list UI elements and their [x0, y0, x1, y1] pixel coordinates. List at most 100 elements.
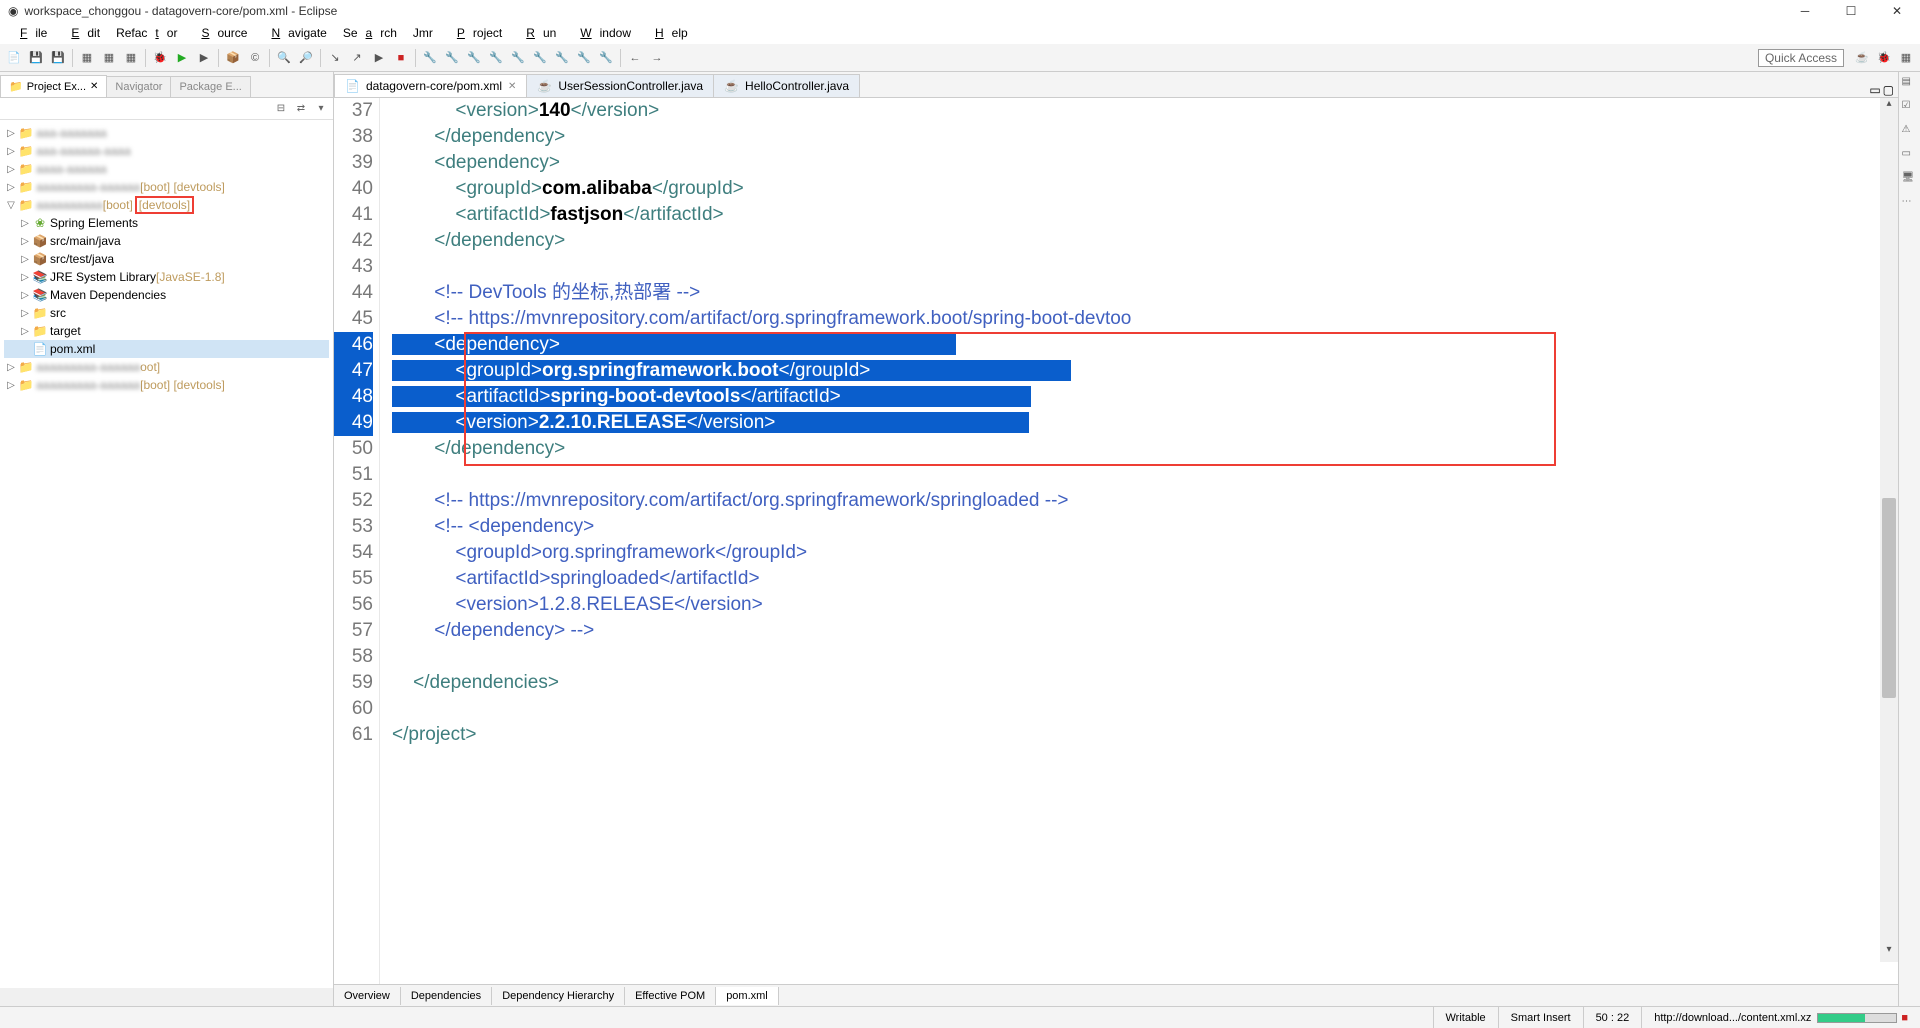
right-trim: ▤ ☑ ⚠ ▭ 🖥 ⋯ [1898, 72, 1920, 1006]
save-all-icon[interactable]: 💾 [48, 48, 68, 68]
tree-maven-deps[interactable]: Maven Dependencies [50, 288, 166, 302]
debug-icon[interactable]: 🐞 [150, 48, 170, 68]
perspective-java-icon[interactable]: ☕ [1852, 48, 1872, 68]
new-package-icon[interactable]: 📦 [223, 48, 243, 68]
menu-edit[interactable]: Edit [55, 26, 108, 40]
tab-navigator[interactable]: Navigator [106, 76, 171, 97]
menu-file[interactable]: File [4, 26, 55, 40]
tab-label: UserSessionController.java [558, 79, 703, 93]
back-icon[interactable]: ← [625, 48, 645, 68]
run-icon[interactable]: ▶ [172, 48, 192, 68]
menu-window[interactable]: Window [564, 26, 639, 40]
project-tree[interactable]: ▷📁aaa-aaaaaaa ▷📁aaa-aaaaaa-aaaa ▷📁aaaa-a… [0, 120, 333, 988]
status-bar: Writable Smart Insert 50 : 22 http://dow… [0, 1006, 1920, 1028]
toggle-icon[interactable]: ▦ [77, 48, 97, 68]
step-icon[interactable]: ↘ [325, 48, 345, 68]
tab-label: Navigator [115, 81, 162, 93]
minimize-button[interactable]: ─ [1782, 0, 1828, 22]
other-view-icon[interactable]: ⋯ [1902, 196, 1918, 212]
menu-refactor[interactable]: Refactor [108, 26, 185, 40]
pom-editor-tabs: Overview Dependencies Dependency Hierarc… [334, 984, 1898, 1006]
tb-d-icon[interactable]: 🔧 [486, 48, 506, 68]
editor-tab-pom[interactable]: 📄 datagovern-core/pom.xml ✕ [334, 74, 527, 97]
minimize-view-icon[interactable]: ▭ [1869, 83, 1880, 97]
tab-dependencies[interactable]: Dependencies [401, 987, 492, 1005]
tb-e-icon[interactable]: 🔧 [508, 48, 528, 68]
toggle2-icon[interactable]: ▦ [99, 48, 119, 68]
perspective-debug-icon[interactable]: 🐞 [1874, 48, 1894, 68]
menu-navigate[interactable]: Navigate [255, 26, 334, 40]
tb-a-icon[interactable]: 🔧 [420, 48, 440, 68]
tree-src-test-java[interactable]: src/test/java [50, 252, 114, 266]
new-icon[interactable]: 📄 [4, 48, 24, 68]
tab-effective-pom[interactable]: Effective POM [625, 987, 716, 1005]
terminate-icon[interactable]: ■ [391, 48, 411, 68]
tab-overview[interactable]: Overview [334, 987, 401, 1005]
task-view-icon[interactable]: ☑ [1902, 100, 1918, 116]
quick-access[interactable]: Quick Access [1758, 49, 1844, 67]
tab-label: HelloController.java [745, 79, 849, 93]
open-type-icon[interactable]: 🔍 [274, 48, 294, 68]
close-button[interactable]: ✕ [1874, 0, 1920, 22]
tree-target[interactable]: target [50, 324, 81, 338]
save-icon[interactable]: 💾 [26, 48, 46, 68]
console-view-icon[interactable]: ▭ [1902, 148, 1918, 164]
project-decorator: [boot] [103, 198, 133, 212]
editor-tab-hello-controller[interactable]: ☕ HelloController.java [713, 74, 860, 97]
search-icon[interactable]: 🔎 [296, 48, 316, 68]
close-icon[interactable]: ✕ [508, 81, 516, 92]
tab-project-explorer[interactable]: 📁 Project Ex... ✕ [0, 75, 107, 97]
tree-src[interactable]: src [50, 306, 66, 320]
close-icon[interactable]: ✕ [90, 81, 98, 92]
tree-jre[interactable]: JRE System Library [50, 270, 156, 284]
tab-dependency-hierarchy[interactable]: Dependency Hierarchy [492, 987, 625, 1005]
new-class-icon[interactable]: © [245, 48, 265, 68]
status-writable: Writable [1433, 1007, 1498, 1028]
menu-project[interactable]: Project [441, 26, 510, 40]
outline-view-icon[interactable]: ▤ [1902, 76, 1918, 92]
perspective-other-icon[interactable]: ▦ [1896, 48, 1916, 68]
stop-icon[interactable]: ■ [1901, 1012, 1908, 1024]
menu-search[interactable]: Search [335, 26, 405, 40]
devtools-decorator: [devtools] [135, 196, 194, 214]
step2-icon[interactable]: ↗ [347, 48, 367, 68]
menu-bar: File Edit Refactor Source Navigate Searc… [0, 22, 1920, 44]
tab-pom-xml[interactable]: pom.xml [716, 987, 779, 1005]
forward-icon[interactable]: → [647, 48, 667, 68]
tab-label: Package E... [179, 81, 241, 93]
window-title: workspace_chonggou - datagovern-core/pom… [24, 4, 337, 18]
code-editor[interactable]: 373839 404142 434445 46 47 48 49 505152 … [334, 98, 1898, 984]
resume-icon[interactable]: ▶ [369, 48, 389, 68]
tb-c-icon[interactable]: 🔧 [464, 48, 484, 68]
collapse-all-icon[interactable]: ⊟ [273, 101, 289, 117]
menu-jmr[interactable]: Jmr [405, 26, 441, 40]
project-explorer-icon: 📁 [9, 80, 23, 93]
editor-tab-user-controller[interactable]: ☕ UserSessionController.java [526, 74, 714, 97]
tree-spring-elements[interactable]: Spring Elements [50, 216, 138, 230]
xml-file-icon: 📄 [345, 79, 360, 93]
tree-src-main-java[interactable]: src/main/java [50, 234, 121, 248]
maximize-button[interactable]: ☐ [1828, 0, 1874, 22]
servers-view-icon[interactable]: 🖥 [1902, 172, 1918, 188]
java-file-icon: ☕ [537, 79, 552, 93]
menu-help[interactable]: Help [639, 26, 696, 40]
run-last-icon[interactable]: ▶ [194, 48, 214, 68]
menu-source[interactable]: Source [185, 26, 255, 40]
maximize-view-icon[interactable]: ▢ [1883, 83, 1894, 97]
link-editor-icon[interactable]: ⇄ [293, 101, 309, 117]
toggle3-icon[interactable]: ▦ [121, 48, 141, 68]
view-menu-icon[interactable]: ▾ [313, 101, 329, 117]
main-toolbar: 📄 💾 💾 ▦ ▦ ▦ 🐞 ▶ ▶ 📦 © 🔍 🔎 ↘ ↗ ▶ ■ 🔧 🔧 🔧 … [0, 44, 1920, 72]
tree-pom-xml[interactable]: pom.xml [50, 342, 95, 356]
menu-run[interactable]: Run [510, 26, 564, 40]
tb-h-icon[interactable]: 🔧 [574, 48, 594, 68]
tab-package-explorer[interactable]: Package E... [170, 76, 250, 97]
problems-view-icon[interactable]: ⚠ [1902, 124, 1918, 140]
tb-g-icon[interactable]: 🔧 [552, 48, 572, 68]
tb-f-icon[interactable]: 🔧 [530, 48, 550, 68]
editor-vscroll[interactable]: ▴ ▾ [1880, 98, 1898, 962]
tb-i-icon[interactable]: 🔧 [596, 48, 616, 68]
tb-b-icon[interactable]: 🔧 [442, 48, 462, 68]
left-hscroll[interactable] [0, 988, 333, 1006]
project-decorator: [boot] [devtools] [140, 180, 225, 194]
